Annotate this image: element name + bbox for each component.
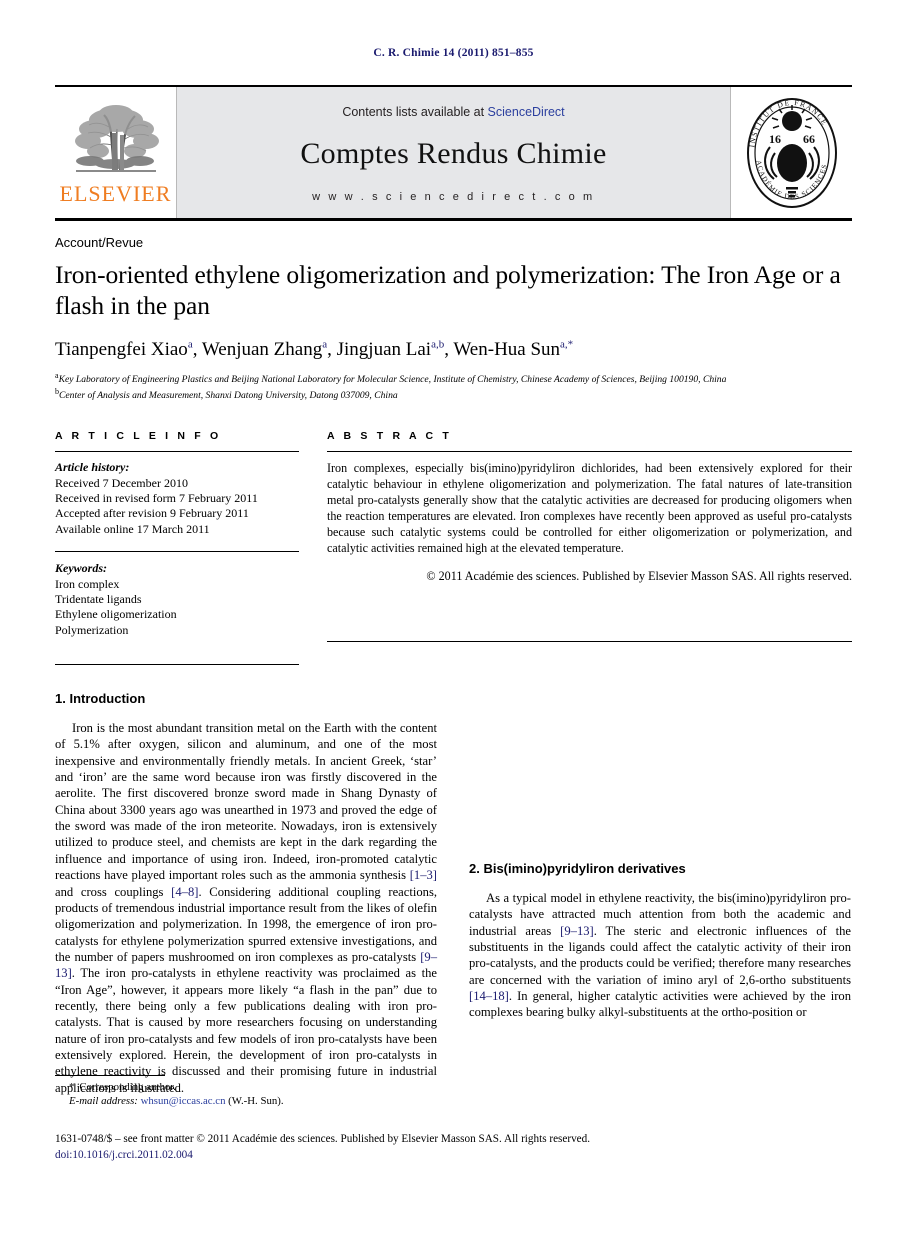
divider [55, 663, 299, 665]
abstract-heading: A B S T R A C T [327, 430, 452, 443]
running-head: C. R. Chimie 14 (2011) 851–855 [373, 47, 534, 59]
article-info-column: A R T I C L E I N F O Article history: R… [55, 430, 315, 665]
elsevier-tree-icon [74, 104, 159, 172]
divider [327, 451, 852, 453]
keyword-item: Tridentate ligands [55, 591, 142, 606]
article-type-label: Account/Revue [55, 235, 144, 250]
sciencedirect-url[interactable]: w w w . s c i e n c e d i r e c t . c o … [312, 191, 595, 203]
intro-text-a: Iron is the most abundant transition met… [55, 720, 437, 883]
masthead-center: Contents lists available at ScienceDirec… [177, 87, 730, 218]
issn-copyright-line: 1631-0748/$ – see front matter © 2011 Ac… [55, 1133, 591, 1145]
intro-paragraph: Iron is the most abundant transition met… [55, 720, 437, 1096]
history-item: Received in revised form 7 February 2011 [55, 491, 258, 506]
keywords-block: Keywords: Iron complex Tridentate ligand… [55, 561, 299, 638]
author-list: Tianpengfei Xiaoa, Wenjuan Zhanga, Jingj… [55, 338, 574, 360]
citation-ref[interactable]: [4–8] [171, 885, 198, 899]
contents-prefix: Contents lists available at [342, 104, 488, 119]
email-owner: (W.-H. Sun). [228, 1095, 284, 1108]
academie-des-sciences-seal: 16 66 INSTITUT DE FRANCE ACADÉMIE DES SC… [730, 87, 852, 218]
academy-seal-icon: 16 66 INSTITUT DE FRANCE ACADÉMIE DES SC… [746, 97, 837, 208]
body-column-right: 2. Bis(imino)pyridyliron derivatives As … [469, 691, 851, 1096]
intro-text-b: and cross couplings [55, 884, 172, 899]
affiliation-a: aKey Laboratory of Engineering Plastics … [55, 371, 852, 386]
author-name: Tianpengfei Xiao [55, 338, 188, 360]
abstract-text: Iron complexes, especially bis(imino)pyr… [327, 461, 852, 555]
contents-available-line: Contents lists available at ScienceDirec… [342, 105, 564, 119]
citation-ref[interactable]: [14–18] [469, 989, 509, 1003]
affiliation-b: bCenter of Analysis and Measurement, Sha… [55, 387, 852, 402]
author-affil-mark: a [187, 338, 193, 351]
citation-ref[interactable]: [9–13] [560, 924, 594, 938]
body-columns: 1. Introduction Iron is the most abundan… [55, 691, 852, 1096]
history-item: Received 7 December 2010 [55, 475, 188, 490]
history-item: Accepted after revision 9 February 2011 [55, 506, 249, 521]
page-title: Iron-oriented ethylene oligomerization a… [55, 260, 841, 320]
keyword-item: Polymerization [55, 622, 129, 637]
article-history-label: Article history: [55, 460, 130, 475]
email-label: E-mail address: [69, 1095, 138, 1108]
author-name: Wenjuan Zhang [201, 338, 323, 360]
corresponding-author-line: * Corresponding author. [55, 1080, 437, 1094]
email-line: E-mail address: whsun@iccas.ac.cn (W.-H.… [55, 1094, 437, 1108]
abstract-column: A B S T R A C T Iron complexes, especial… [315, 430, 852, 665]
author-affil-mark: a,* [560, 338, 574, 351]
divider [327, 640, 852, 642]
keywords-label: Keywords: [55, 561, 107, 576]
author-affil-mark: a,b [431, 338, 445, 351]
citation-ref[interactable]: [1–3] [410, 868, 437, 882]
journal-article-page: C. R. Chimie 14 (2011) 851–855 ELSEVIER … [0, 0, 907, 1238]
author-affil-mark: a [322, 338, 328, 351]
sciencedirect-link[interactable]: ScienceDirect [488, 105, 565, 119]
section-heading-bisimino: 2. Bis(imino)pyridyliron derivatives [469, 860, 686, 876]
section2-paragraph: As a typical model in ethylene reactivit… [469, 890, 851, 1021]
article-info-heading: A R T I C L E I N F O [55, 430, 222, 443]
body-column-left: 1. Introduction Iron is the most abundan… [55, 691, 437, 1096]
svg-text:16: 16 [769, 132, 781, 146]
elsevier-logo: ELSEVIER [55, 87, 177, 218]
email-link[interactable]: whsun@iccas.ac.cn [141, 1095, 226, 1107]
affiliation-text: Key Laboratory of Engineering Plastics a… [58, 374, 727, 386]
page-footer: 1631-0748/$ – see front matter © 2011 Ac… [55, 1131, 855, 1163]
info-abstract-band: A R T I C L E I N F O Article history: R… [55, 430, 852, 665]
history-item: Available online 17 March 2011 [55, 521, 210, 536]
sec2-text-c: . In general, higher catalytic activitie… [469, 989, 851, 1020]
keyword-item: Ethylene oligomerization [55, 607, 177, 622]
author-name: Jingjuan Lai [336, 338, 432, 360]
corresponding-author-text: Corresponding author. [79, 1081, 176, 1093]
section-heading-introduction: 1. Introduction [55, 690, 146, 706]
divider [55, 451, 299, 453]
asterisk-icon: * [69, 1081, 75, 1093]
corresponding-author-footnote: * Corresponding author. E-mail address: w… [55, 1075, 437, 1108]
affiliation-text: Center of Analysis and Measurement, Shan… [59, 390, 398, 402]
keyword-item: Iron complex [55, 576, 120, 591]
footnote-rule [55, 1075, 165, 1076]
journal-masthead: ELSEVIER Contents lists available at Sci… [55, 85, 852, 221]
divider [55, 551, 299, 553]
abstract-copyright: © 2011 Académie des sciences. Published … [426, 568, 852, 583]
svg-text:66: 66 [803, 132, 815, 146]
article-history: Article history: Received 7 December 201… [55, 460, 299, 537]
author-name: Wen-Hua Sun [453, 338, 561, 360]
doi-link[interactable]: doi:10.1016/j.crci.2011.02.004 [55, 1147, 855, 1163]
journal-title: Comptes Rendus Chimie [300, 136, 607, 170]
elsevier-wordmark: ELSEVIER [59, 180, 172, 206]
